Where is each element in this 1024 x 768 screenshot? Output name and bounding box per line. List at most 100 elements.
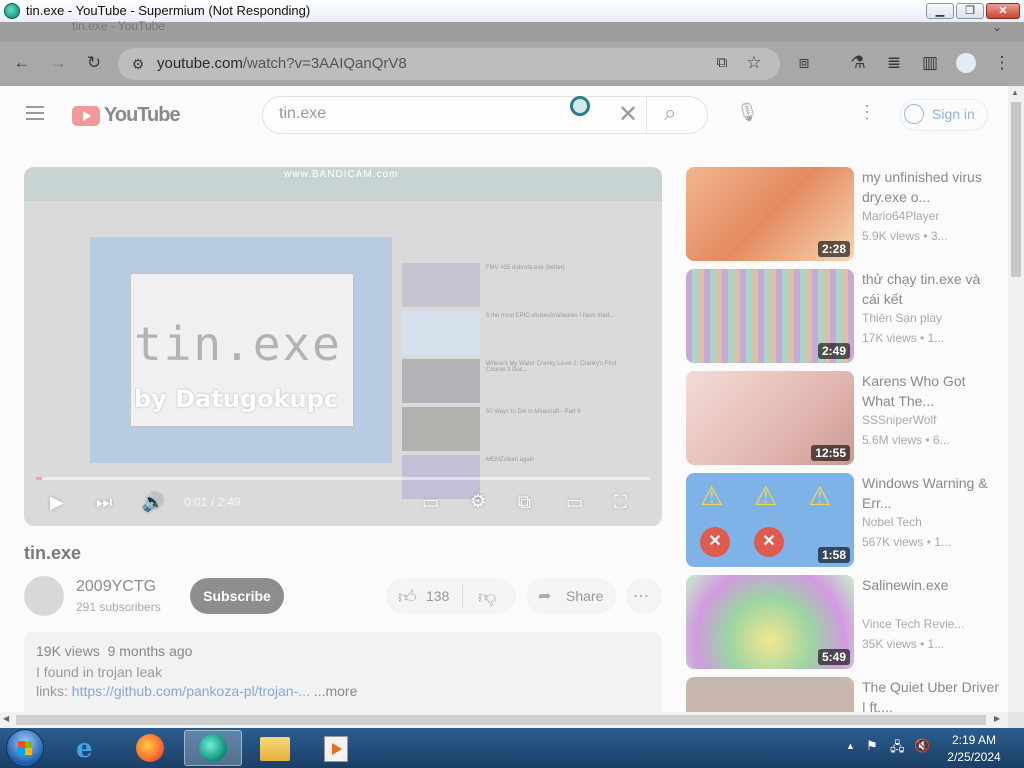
minimize-button[interactable]: ▁ <box>926 3 954 19</box>
forward-icon[interactable]: → <box>46 51 70 75</box>
recommendation-title[interactable]: Karens Who Got What The... <box>862 371 1002 411</box>
like-count[interactable]: 138 <box>426 588 449 604</box>
action-center-flag-icon[interactable]: ⚑ <box>866 738 878 754</box>
media-controls-icon[interactable]: ≣ <box>882 51 906 75</box>
settings-gear-icon[interactable]: ⚙ <box>470 491 486 512</box>
recommendation-thumbnail[interactable]: 5:49 <box>686 575 854 669</box>
recommendation-thumbnail[interactable] <box>686 677 854 712</box>
duration-badge: 5:49 <box>817 649 850 665</box>
folder-icon <box>260 737 290 761</box>
recommendation-channel[interactable]: Thiên Sạn play <box>862 311 942 325</box>
search-icon[interactable]: ⌕ <box>664 100 676 126</box>
horizontal-scrollbar[interactable]: ◀ ▶ <box>0 712 1008 728</box>
network-icon[interactable]: 🖧 <box>890 738 905 760</box>
show-hidden-icons-icon[interactable]: ▲ <box>846 741 855 751</box>
vertical-scrollbar[interactable]: ▲ <box>1008 86 1024 712</box>
search-query[interactable]: tin.exe <box>279 105 326 123</box>
video-player[interactable]: www.BANDICAM.com tin.exe by Datugokupc F… <box>24 167 662 526</box>
progress-bar[interactable] <box>36 477 650 480</box>
tab-youtube[interactable]: tin.exe - YouTube <box>72 19 165 33</box>
recommendation-title[interactable]: thử chạy tin.exe và cái kết <box>862 269 1002 309</box>
taskbar-file-explorer[interactable] <box>246 730 304 766</box>
show-more-link[interactable]: ...more <box>314 683 358 699</box>
inner-rec-title: 5 the most EPIC viruses/malwares I have … <box>486 313 615 319</box>
channel-name[interactable]: 2009YCTG <box>76 578 156 596</box>
recommendation-channel[interactable]: Vince Tech Revie... <box>862 617 964 631</box>
scrollbar-thumb[interactable] <box>1011 102 1021 277</box>
browser-menu-icon[interactable]: ⋮ <box>990 51 1014 75</box>
recommendation-item[interactable]: 12:55 Karens Who Got What The... SSSnipe… <box>686 371 1008 465</box>
profile-avatar-icon[interactable] <box>956 53 976 73</box>
recommendation-title[interactable]: Windows Warning & Err... <box>862 473 1002 513</box>
scroll-up-arrow-icon[interactable]: ▲ <box>1011 88 1019 97</box>
restore-button[interactable]: ❐ <box>956 3 984 19</box>
sign-in-label[interactable]: Sign in <box>932 106 975 122</box>
clock-time[interactable]: 2:19 AM <box>944 733 1004 747</box>
play-icon[interactable]: ▶ <box>50 492 64 513</box>
recommendation-title[interactable]: Salinewin.exe <box>862 575 1002 615</box>
recommendation-channel[interactable]: Mario64Player <box>862 209 939 223</box>
recommendation-item[interactable]: 5:49 Salinewin.exe Vince Tech Revie... 3… <box>686 575 1008 669</box>
close-window-button[interactable]: ✕ <box>986 3 1020 19</box>
side-panel-icon[interactable]: ▥ <box>918 51 942 75</box>
scroll-right-arrow-icon[interactable]: ▶ <box>994 714 1000 723</box>
recommendation-title[interactable]: The Quiet Uber Driver | ft.... <box>862 677 1002 712</box>
tab-search-chevron-icon[interactable]: ⌄ <box>992 20 1002 34</box>
voice-search-icon[interactable]: 🎙 <box>736 102 759 123</box>
recommendation-thumbnail[interactable]: ⚠ ⚠ ⚠ ✕ ✕ 1:58 <box>686 473 854 567</box>
extensions-icon[interactable]: ⧈ <box>792 51 816 75</box>
channel-avatar[interactable] <box>24 576 64 616</box>
theater-mode-icon[interactable]: ▭ <box>566 492 583 513</box>
clock-date[interactable]: 2/25/2024 <box>944 750 1004 764</box>
volume-muted-icon[interactable]: 🔇 <box>914 738 930 754</box>
install-app-icon[interactable]: ⧉ <box>710 51 734 75</box>
volume-icon[interactable]: 🔊 <box>142 492 164 513</box>
recommendation-title[interactable]: my unfinished virus dry.exe o... <box>862 167 1002 207</box>
recommendation-thumbnail[interactable]: 12:55 <box>686 371 854 465</box>
back-icon[interactable]: ← <box>10 51 34 75</box>
miniplayer-icon[interactable]: ⧉ <box>518 492 531 513</box>
url-text[interactable]: youtube.com/watch?v=3AAIQanQrV8 <box>157 55 407 72</box>
recommendation-thumbnail[interactable]: 2:28 <box>686 167 854 261</box>
subscriber-count: 291 subscribers <box>76 600 161 614</box>
bookmark-star-icon[interactable]: ☆ <box>742 51 766 75</box>
youtube-logo-icon[interactable] <box>72 106 100 126</box>
next-icon[interactable]: ⏭ <box>96 492 112 513</box>
start-button[interactable] <box>6 729 44 767</box>
settings-menu-icon[interactable]: ⋮ <box>858 102 876 123</box>
taskbar-media-player[interactable] <box>308 730 366 766</box>
scrollbar-thumb[interactable] <box>16 715 986 725</box>
recommendation-channel[interactable]: Nobel Tech <box>862 515 922 529</box>
dislike-icon[interactable]: 👎︎ <box>478 586 496 608</box>
youtube-wordmark[interactable]: YouTube <box>104 104 181 127</box>
reload-icon[interactable]: ↻ <box>82 51 106 75</box>
recommendation-thumbnail[interactable]: 2:49 <box>686 269 854 363</box>
warning-icon: ⚠ <box>700 481 724 511</box>
subscribe-button[interactable]: Subscribe <box>190 578 284 614</box>
search-input[interactable] <box>262 96 708 134</box>
scroll-left-arrow-icon[interactable]: ◀ <box>3 714 9 723</box>
fullscreen-icon[interactable]: ⛶ <box>614 492 627 513</box>
subtitles-icon[interactable]: ▭ <box>422 492 439 513</box>
taskbar-supermium[interactable] <box>184 730 242 766</box>
more-dots-icon: ⋯ <box>633 588 649 605</box>
links-label: links: <box>36 683 72 699</box>
site-info-icon[interactable]: ⚙ <box>126 52 150 76</box>
url-host: youtube.com <box>157 55 243 72</box>
taskbar-internet-explorer[interactable]: e <box>60 730 118 766</box>
taskbar-firefox[interactable] <box>122 730 180 766</box>
github-link[interactable]: https://github.com/pankoza-pl/trojan-... <box>72 683 310 699</box>
share-icon: ➦ <box>538 588 552 605</box>
clear-search-icon[interactable]: ✕ <box>618 100 638 129</box>
inner-rec-title: FMV #35 dobrota.exe (better) <box>486 265 565 271</box>
duration-badge: 12:55 <box>811 445 850 461</box>
hamburger-menu-icon[interactable] <box>26 102 44 124</box>
recommendation-channel[interactable]: SSSniperWolf <box>862 413 936 427</box>
like-icon[interactable]: 👍︎ <box>398 586 417 608</box>
windows-logo-icon <box>18 741 32 755</box>
recommendation-item[interactable]: The Quiet Uber Driver | ft.... <box>686 677 1008 712</box>
labs-flask-icon[interactable]: ⚗ <box>846 51 870 75</box>
recommendation-item[interactable]: 2:28 my unfinished virus dry.exe o... Ma… <box>686 167 1008 261</box>
recommendation-item[interactable]: ⚠ ⚠ ⚠ ✕ ✕ 1:58 Windows Warning & Err... … <box>686 473 1008 567</box>
recommendation-item[interactable]: 2:49 thử chạy tin.exe và cái kết Thiên S… <box>686 269 1008 363</box>
